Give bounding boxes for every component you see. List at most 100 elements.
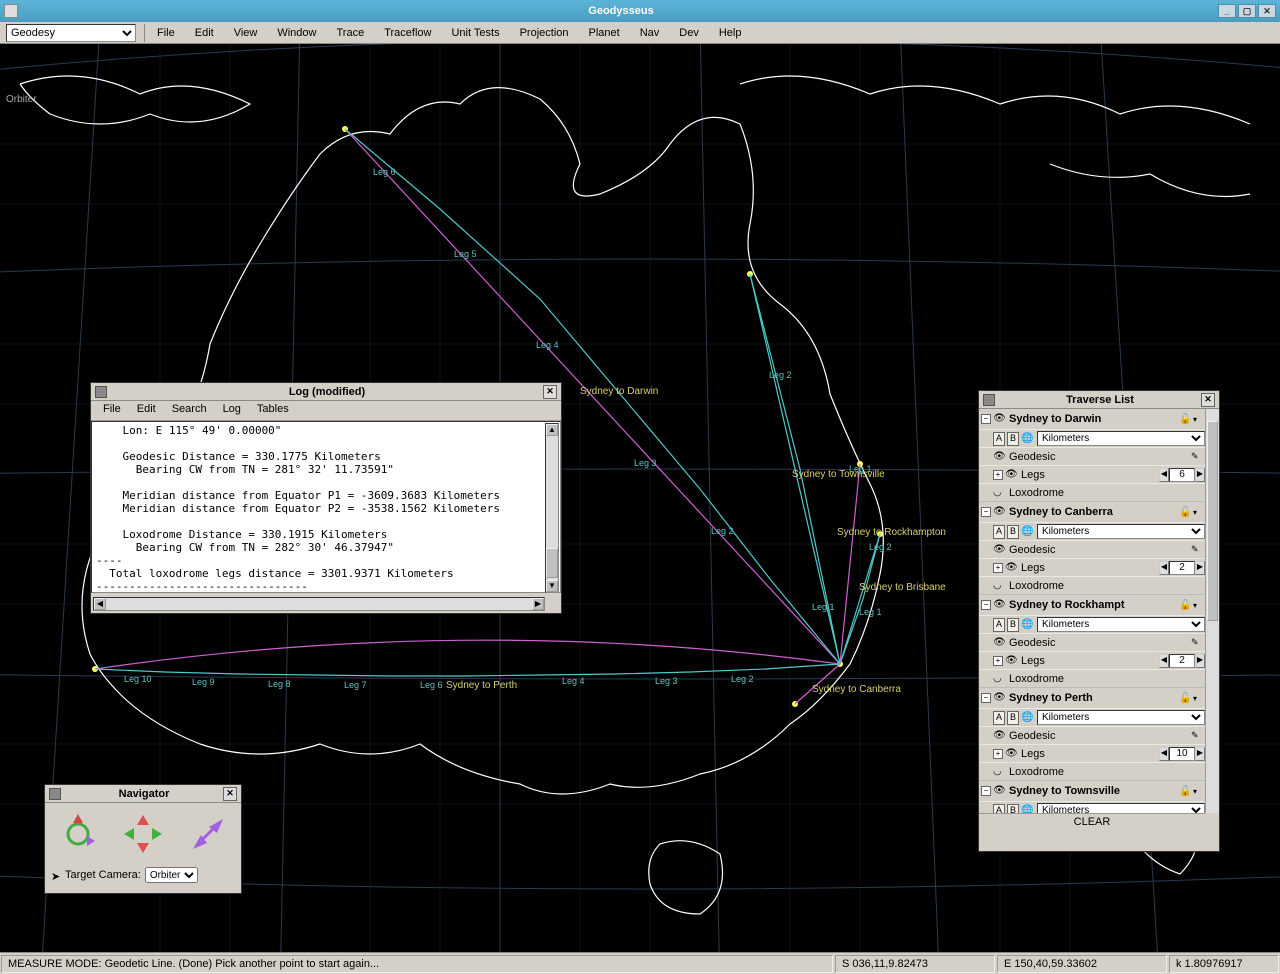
point-a-button[interactable]: A [993, 618, 1005, 632]
point-a-button[interactable]: A [993, 525, 1005, 539]
globe-icon[interactable]: 🌐 [1021, 619, 1035, 630]
log-menu-log[interactable]: Log [215, 401, 249, 420]
close-button[interactable]: ✕ [1258, 4, 1276, 18]
lock-icon[interactable]: 🔓 [1179, 414, 1191, 425]
edit-icon[interactable]: ✎ [1191, 451, 1205, 462]
log-menu-edit[interactable]: Edit [129, 401, 164, 420]
menu-unittests[interactable]: Unit Tests [441, 25, 509, 41]
item-menu-icon[interactable]: ▾ [1193, 787, 1203, 796]
scroll-thumb[interactable] [546, 548, 558, 578]
visibility-toggle-icon[interactable]: 👁 [993, 451, 1007, 462]
visibility-toggle-icon[interactable]: ◡ [993, 673, 1007, 684]
item-menu-icon[interactable]: ▾ [1193, 694, 1203, 703]
lock-icon[interactable]: 🔓 [1179, 507, 1191, 518]
visibility-toggle-icon[interactable]: 👁 [993, 506, 1007, 518]
scroll-up-icon[interactable]: ▲ [546, 424, 558, 436]
visibility-toggle-icon[interactable]: 👁 [993, 692, 1007, 704]
log-menu-search[interactable]: Search [164, 401, 215, 420]
legs-increment[interactable]: ▶ [1195, 654, 1205, 668]
traverse-window[interactable]: Traverse List ✕ −👁Sydney to Darwin🔓▾AB🌐K… [978, 390, 1220, 852]
legs-expand-toggle[interactable]: + [993, 656, 1003, 666]
visibility-toggle-icon[interactable]: ◡ [993, 766, 1007, 777]
visibility-toggle-icon[interactable]: 👁 [1005, 562, 1019, 573]
visibility-toggle-icon[interactable]: 👁 [1005, 655, 1019, 666]
navigator-window[interactable]: Navigator ✕ ➤ Target Camera: Orbiter [44, 784, 242, 894]
point-a-button[interactable]: A [993, 711, 1005, 725]
menu-nav[interactable]: Nav [630, 25, 670, 41]
legs-count-input[interactable] [1169, 561, 1195, 575]
log-close-button[interactable]: ✕ [543, 385, 557, 399]
item-menu-icon[interactable]: ▾ [1193, 601, 1203, 610]
point-a-button[interactable]: A [993, 432, 1005, 446]
legs-expand-toggle[interactable]: + [993, 749, 1003, 759]
orbit-tool-icon[interactable] [53, 809, 103, 859]
traverse-vscrollbar[interactable] [1205, 409, 1219, 813]
legs-increment[interactable]: ▶ [1195, 561, 1205, 575]
legs-decrement[interactable]: ◀ [1159, 561, 1169, 575]
log-menu-file[interactable]: File [95, 401, 129, 420]
scroll-right-icon[interactable]: ▶ [532, 598, 544, 610]
edit-icon[interactable]: ✎ [1191, 730, 1205, 741]
mode-dropdown[interactable]: Geodesy [6, 24, 136, 42]
legs-count-input[interactable] [1169, 468, 1195, 482]
visibility-toggle-icon[interactable]: 👁 [993, 637, 1007, 648]
visibility-toggle-icon[interactable]: 👁 [993, 599, 1007, 611]
visibility-toggle-icon[interactable]: ◡ [993, 580, 1007, 591]
globe-icon[interactable]: 🌐 [1021, 712, 1035, 723]
unit-select[interactable]: Kilometers [1037, 617, 1205, 632]
legs-expand-toggle[interactable]: + [993, 470, 1003, 480]
visibility-toggle-icon[interactable]: 👁 [993, 413, 1007, 425]
menu-trace[interactable]: Trace [326, 25, 374, 41]
globe-icon[interactable]: 🌐 [1021, 433, 1035, 444]
scroll-left-icon[interactable]: ◀ [94, 598, 106, 610]
point-b-button[interactable]: B [1007, 432, 1019, 446]
visibility-toggle-icon[interactable]: 👁 [993, 544, 1007, 555]
lock-icon[interactable]: 🔓 [1179, 786, 1191, 797]
legs-increment[interactable]: ▶ [1195, 747, 1205, 761]
point-b-button[interactable]: B [1007, 711, 1019, 725]
visibility-toggle-icon[interactable]: 👁 [993, 730, 1007, 741]
menu-view[interactable]: View [224, 25, 268, 41]
navigator-titlebar[interactable]: Navigator ✕ [45, 785, 241, 803]
edit-icon[interactable]: ✎ [1191, 637, 1205, 648]
legs-decrement[interactable]: ◀ [1159, 654, 1169, 668]
menu-help[interactable]: Help [709, 25, 752, 41]
legs-decrement[interactable]: ◀ [1159, 747, 1169, 761]
log-vscrollbar[interactable]: ▲ ▼ [545, 423, 559, 593]
scroll-down-icon[interactable]: ▼ [546, 580, 558, 592]
point-b-button[interactable]: B [1007, 525, 1019, 539]
maximize-button[interactable]: ▢ [1238, 4, 1256, 18]
log-titlebar[interactable]: Log (modified) ✕ [91, 383, 561, 401]
log-window[interactable]: Log (modified) ✕ File Edit Search Log Ta… [90, 382, 562, 614]
menu-file[interactable]: File [147, 25, 185, 41]
minimize-button[interactable]: _ [1218, 4, 1236, 18]
visibility-toggle-icon[interactable]: 👁 [1005, 748, 1019, 759]
expand-toggle[interactable]: − [981, 414, 991, 424]
legs-decrement[interactable]: ◀ [1159, 468, 1169, 482]
log-menu-tables[interactable]: Tables [249, 401, 297, 420]
expand-toggle[interactable]: − [981, 786, 991, 796]
expand-toggle[interactable]: − [981, 693, 991, 703]
navigator-close-button[interactable]: ✕ [223, 787, 237, 801]
lock-icon[interactable]: 🔓 [1179, 600, 1191, 611]
unit-select[interactable]: Kilometers [1037, 710, 1205, 725]
visibility-toggle-icon[interactable]: ◡ [993, 487, 1007, 498]
edit-icon[interactable]: ✎ [1191, 544, 1205, 555]
menu-projection[interactable]: Projection [510, 25, 579, 41]
traverse-titlebar[interactable]: Traverse List ✕ [979, 391, 1219, 409]
visibility-toggle-icon[interactable]: 👁 [1005, 469, 1019, 480]
menu-dev[interactable]: Dev [669, 25, 709, 41]
legs-increment[interactable]: ▶ [1195, 468, 1205, 482]
menu-planet[interactable]: Planet [579, 25, 630, 41]
visibility-toggle-icon[interactable]: 👁 [993, 785, 1007, 797]
menu-traceflow[interactable]: Traceflow [374, 25, 441, 41]
lock-icon[interactable]: 🔓 [1179, 693, 1191, 704]
globe-icon[interactable]: 🌐 [1021, 526, 1035, 537]
legs-expand-toggle[interactable]: + [993, 563, 1003, 573]
zoom-tool-icon[interactable] [183, 809, 233, 859]
scroll-thumb[interactable] [1207, 421, 1218, 621]
legs-count-input[interactable] [1169, 747, 1195, 761]
item-menu-icon[interactable]: ▾ [1193, 415, 1203, 424]
traverse-close-button[interactable]: ✕ [1201, 393, 1215, 407]
expand-toggle[interactable]: − [981, 600, 991, 610]
